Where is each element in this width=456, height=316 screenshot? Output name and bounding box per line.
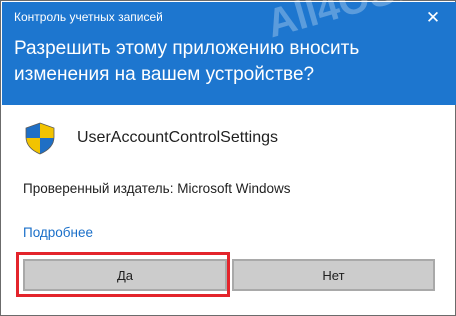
app-info: UserAccountControlSettings (23, 122, 278, 155)
close-icon: ✕ (425, 8, 441, 27)
app-name: UserAccountControlSettings (77, 129, 278, 146)
details-link[interactable]: Подробнее (23, 225, 93, 240)
prompt-question: Разрешить этому приложению вносить измен… (14, 38, 360, 85)
uac-dialog: All4OS.RU Контроль учетных записей ✕ Раз… (0, 0, 456, 316)
publisher-info: Проверенный издатель: Microsoft Windows (23, 181, 291, 196)
close-button[interactable]: ✕ (420, 5, 446, 31)
window-title: Контроль учетных записей (14, 10, 163, 24)
uac-shield-icon (25, 122, 55, 155)
dialog-header: All4OS.RU Контроль учетных записей ✕ Раз… (2, 0, 456, 105)
highlight-frame (16, 252, 230, 297)
no-button[interactable]: Нет (232, 259, 435, 291)
no-button-label: Нет (322, 267, 345, 283)
